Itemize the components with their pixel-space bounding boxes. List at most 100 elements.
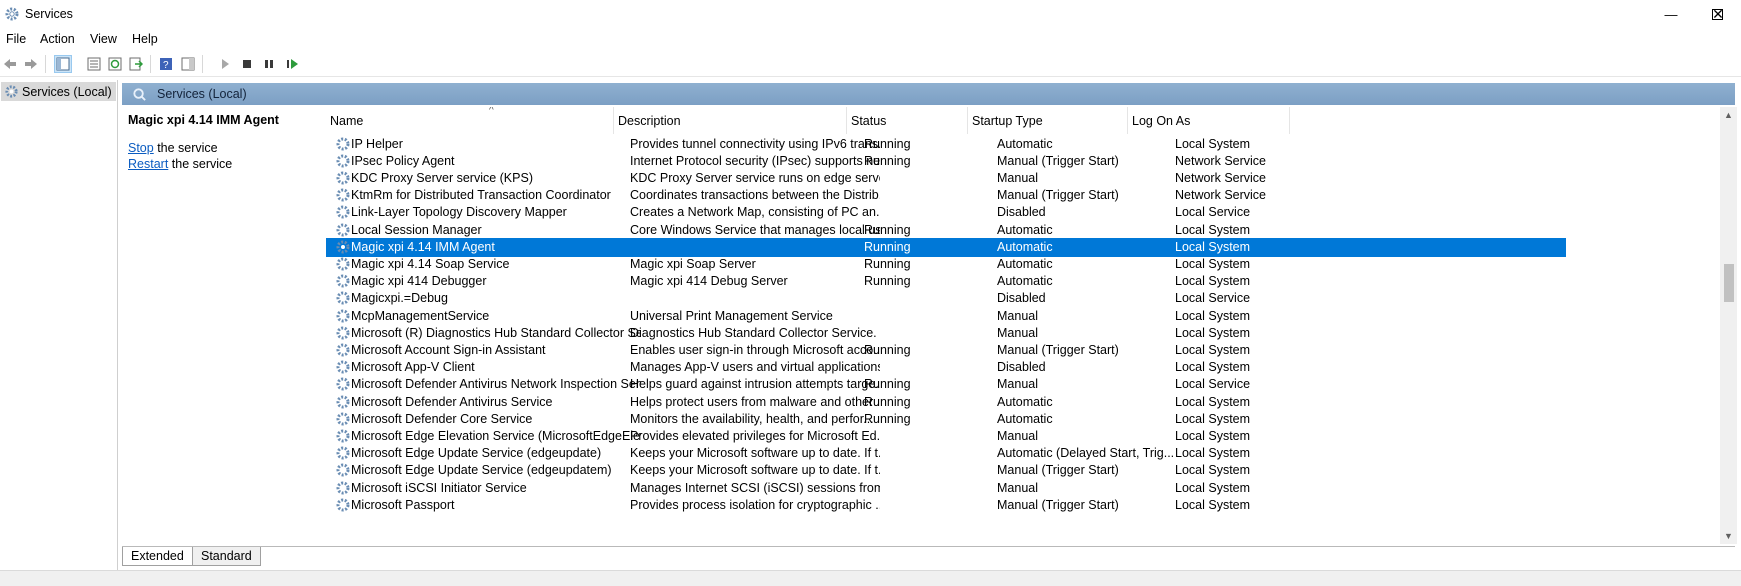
service-row[interactable]: Microsoft App-V Client Manages App-V user… bbox=[326, 358, 1566, 377]
service-log-on-as-cell: Local System bbox=[1175, 428, 1251, 443]
restart-service-link[interactable]: Restart bbox=[128, 157, 168, 171]
help-icon[interactable]: ? bbox=[157, 55, 175, 73]
service-startup-type-cell: Automatic bbox=[997, 136, 1053, 151]
service-row[interactable]: Magic xpi 4.14 Soap Service Magic xpi Soa… bbox=[326, 255, 1566, 274]
service-row[interactable]: Magicxpi.=Debug Disabled Local Service bbox=[326, 289, 1566, 308]
service-name-cell: McpManagementService bbox=[351, 308, 490, 323]
refresh-icon[interactable] bbox=[106, 55, 124, 73]
service-description-cell: Manages Internet SCSI (iSCSI) sessions f… bbox=[630, 480, 880, 495]
service-row[interactable]: Link-Layer Topology Discovery Mapper Crea… bbox=[326, 203, 1566, 222]
service-row[interactable]: Microsoft Account Sign-in Assistant Enabl… bbox=[326, 341, 1566, 360]
pause-service-icon[interactable] bbox=[260, 55, 278, 73]
service-row[interactable]: Microsoft Defender Antivirus Network Ins… bbox=[326, 375, 1566, 394]
service-row[interactable]: IP Helper Provides tunnel connectivity us… bbox=[326, 135, 1566, 154]
service-row[interactable]: Microsoft Edge Update Service (edgeupdat… bbox=[326, 444, 1566, 463]
console-tree: Services (Local) bbox=[0, 80, 118, 570]
service-description-cell: Manages App-V users and virtual applicat… bbox=[630, 360, 880, 375]
service-gear-icon bbox=[335, 204, 351, 220]
service-status-cell: Running bbox=[864, 394, 911, 409]
start-service-icon[interactable] bbox=[216, 55, 234, 73]
service-row[interactable]: Magic xpi 414 Debugger Magic xpi 414 Debu… bbox=[326, 272, 1566, 291]
service-startup-type-cell: Automatic bbox=[997, 394, 1053, 409]
service-name-cell: Microsoft iSCSI Initiator Service bbox=[351, 480, 527, 495]
service-log-on-as-cell: Local System bbox=[1175, 342, 1251, 357]
tree-item-services-local[interactable]: Services (Local) bbox=[1, 82, 116, 101]
service-name-cell: KDC Proxy Server service (KPS) bbox=[351, 170, 533, 185]
service-name-cell: Microsoft Edge Elevation Service (Micros… bbox=[351, 428, 641, 443]
scroll-down-icon[interactable]: ▼ bbox=[1724, 531, 1733, 541]
show-action-pane-icon[interactable] bbox=[179, 55, 197, 73]
service-name-cell: Magic xpi 414 Debugger bbox=[351, 274, 487, 289]
back-arrow-icon[interactable] bbox=[1, 55, 19, 73]
service-description-cell: Coordinates transactions between the Dis… bbox=[630, 188, 880, 203]
tab-extended[interactable]: Extended bbox=[122, 547, 193, 566]
service-description-cell: Helps protect users from malware and oth… bbox=[630, 394, 880, 409]
show-hide-console-tree-icon[interactable] bbox=[54, 55, 72, 73]
column-header-name[interactable]: Name ^ bbox=[326, 107, 614, 134]
scroll-up-icon[interactable]: ▲ bbox=[1724, 110, 1733, 120]
service-row[interactable]: Magic xpi 4.14 IMM Agent Running Automatic… bbox=[326, 237, 1566, 257]
service-row[interactable]: Microsoft Passport Provides process isola… bbox=[326, 496, 1566, 515]
tab-standard[interactable]: Standard bbox=[192, 547, 261, 566]
scrollbar-thumb[interactable] bbox=[1724, 264, 1734, 302]
restart-service-icon[interactable] bbox=[284, 55, 302, 73]
close-icon: ✕ bbox=[1712, 5, 1724, 22]
service-startup-type-cell: Manual bbox=[997, 325, 1038, 340]
service-status-cell: Running bbox=[864, 153, 911, 168]
services-gear-icon bbox=[5, 85, 18, 98]
service-row[interactable]: KDC Proxy Server service (KPS) KDC Proxy … bbox=[326, 169, 1566, 188]
service-row[interactable]: Microsoft Edge Elevation Service (Micros… bbox=[326, 427, 1566, 446]
service-description-cell: Provides tunnel connectivity using IPv6 … bbox=[630, 136, 880, 151]
service-row[interactable]: Microsoft Defender Core Service Monitors … bbox=[326, 410, 1566, 429]
service-startup-type-cell: Automatic bbox=[997, 222, 1053, 237]
services-pane: Services (Local) Magic xpi 4.14 IMM Agen… bbox=[122, 80, 1741, 570]
column-header-startup-type[interactable]: Startup Type bbox=[968, 107, 1128, 134]
tree-item-label: Services (Local) bbox=[22, 84, 112, 99]
service-startup-type-cell: Disabled bbox=[997, 291, 1046, 306]
stop-service-icon[interactable] bbox=[238, 55, 256, 73]
properties-icon[interactable] bbox=[85, 55, 103, 73]
column-header-status[interactable]: Status bbox=[847, 107, 968, 134]
menu-view[interactable]: View bbox=[90, 32, 117, 46]
service-row[interactable]: Microsoft Edge Update Service (edgeupdat… bbox=[326, 461, 1566, 480]
close-button[interactable]: ✕ bbox=[1695, 0, 1741, 28]
service-name-cell: Magic xpi 4.14 IMM Agent bbox=[351, 239, 495, 254]
menu-file[interactable]: File bbox=[6, 32, 26, 46]
service-name-cell: IPsec Policy Agent bbox=[351, 153, 455, 168]
service-startup-type-cell: Automatic bbox=[997, 239, 1053, 254]
service-row[interactable]: McpManagementService Universal Print Mana… bbox=[326, 307, 1566, 326]
forward-arrow-icon[interactable] bbox=[22, 55, 40, 73]
service-row[interactable]: IPsec Policy Agent Internet Protocol secu… bbox=[326, 152, 1566, 171]
service-gear-icon bbox=[335, 411, 351, 427]
service-gear-icon bbox=[335, 325, 351, 341]
column-label: Description bbox=[618, 113, 681, 128]
service-row[interactable]: Local Session Manager Core Windows Servic… bbox=[326, 221, 1566, 240]
service-description-cell: Enables user sign-in through Microsoft a… bbox=[630, 342, 880, 357]
sort-ascending-icon: ^ bbox=[489, 107, 494, 116]
service-log-on-as-cell: Local System bbox=[1175, 136, 1251, 151]
minimize-button[interactable]: — bbox=[1648, 0, 1694, 28]
service-row[interactable]: Microsoft iSCSI Initiator Service Manages… bbox=[326, 479, 1566, 498]
service-startup-type-cell: Manual bbox=[997, 428, 1038, 443]
column-header-log-on-as[interactable]: Log On As bbox=[1128, 107, 1290, 134]
menu-help[interactable]: Help bbox=[132, 32, 158, 46]
service-row[interactable]: Microsoft Defender Antivirus Service Help… bbox=[326, 393, 1566, 412]
service-row[interactable]: Microsoft (R) Diagnostics Hub Standard C… bbox=[326, 324, 1566, 343]
stop-service-link[interactable]: Stop bbox=[128, 141, 154, 155]
service-log-on-as-cell: Local System bbox=[1175, 308, 1251, 323]
export-list-icon[interactable] bbox=[127, 55, 145, 73]
column-header-description[interactable]: Description bbox=[614, 107, 847, 134]
service-log-on-as-cell: Network Service bbox=[1175, 153, 1266, 168]
menu-action[interactable]: Action bbox=[40, 32, 75, 46]
service-status-cell: Running bbox=[864, 274, 911, 289]
vertical-scrollbar[interactable]: ▲ ▼ bbox=[1720, 107, 1737, 544]
service-name-cell: Microsoft Defender Core Service bbox=[351, 411, 533, 426]
column-label: Status bbox=[851, 113, 887, 128]
service-gear-icon bbox=[335, 290, 351, 306]
services-list: Name ^ Description Status Startup Type L… bbox=[326, 107, 1723, 544]
status-bar bbox=[0, 570, 1741, 586]
service-log-on-as-cell: Local System bbox=[1175, 411, 1251, 426]
service-startup-type-cell: Disabled bbox=[997, 360, 1046, 375]
service-name-cell: Microsoft (R) Diagnostics Hub Standard C… bbox=[351, 325, 641, 340]
service-row[interactable]: KtmRm for Distributed Transaction Coordi… bbox=[326, 186, 1566, 205]
